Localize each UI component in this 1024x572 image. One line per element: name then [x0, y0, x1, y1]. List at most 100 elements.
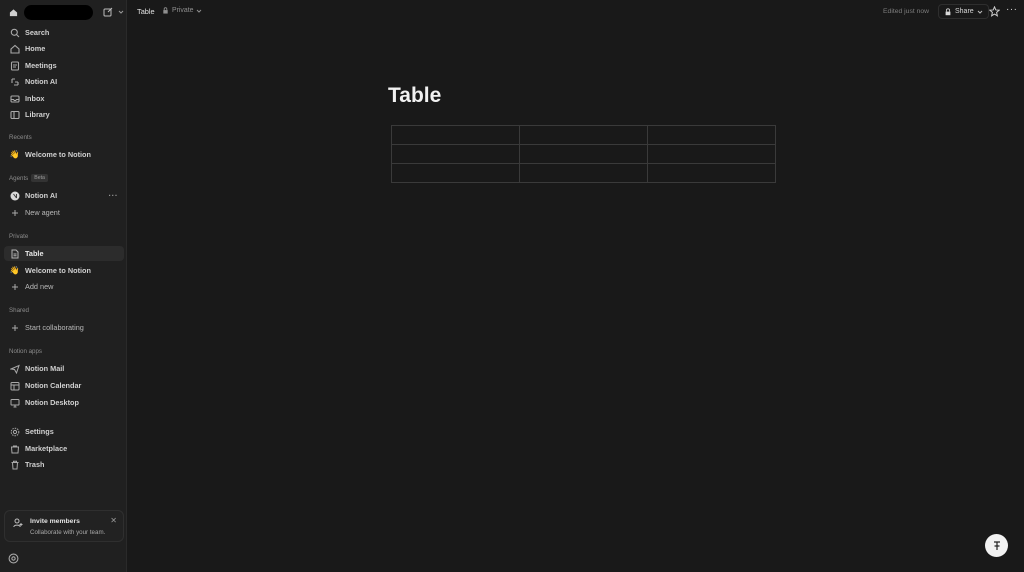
- table-cell[interactable]: [647, 163, 776, 183]
- desktop-icon: [9, 397, 20, 408]
- chevron-down-icon[interactable]: [117, 7, 125, 17]
- sidebar-item-marketplace[interactable]: Marketplace: [4, 441, 124, 456]
- more-options-icon[interactable]: ···: [1006, 4, 1018, 15]
- new-page-icon[interactable]: [101, 5, 115, 19]
- sidebar-item-label: New agent: [25, 208, 60, 217]
- table-row: [391, 163, 776, 183]
- waving-hand-icon: 👋: [9, 265, 20, 275]
- invite-title: Invite members: [30, 518, 80, 525]
- table-cell[interactable]: [519, 144, 648, 164]
- sidebar-item-library[interactable]: Library: [4, 107, 124, 122]
- table-cell[interactable]: [391, 144, 520, 164]
- sidebar-item-label: Notion AI: [25, 77, 58, 86]
- table-row: [391, 144, 776, 164]
- page-title[interactable]: Table: [388, 84, 441, 108]
- share-button[interactable]: Share: [938, 4, 989, 19]
- sidebar-item-agent-notion-ai[interactable]: Notion AI ···: [4, 188, 124, 203]
- favorite-star-icon[interactable]: [988, 5, 1001, 17]
- sidebar-item-start-collaborating[interactable]: Start collaborating: [4, 320, 124, 335]
- invite-members-card[interactable]: Invite members Collaborate with your tea…: [4, 510, 124, 542]
- gear-icon: [9, 426, 20, 437]
- sidebar-item-label: Table: [25, 249, 44, 258]
- sidebar-item-notion-calendar[interactable]: Notion Calendar: [4, 378, 124, 393]
- sidebar-item-label: Notion Calendar: [25, 381, 82, 390]
- sidebar-item-table[interactable]: Table: [4, 246, 124, 261]
- section-title: Notion apps: [9, 348, 43, 355]
- close-icon[interactable]: ✕: [110, 516, 117, 525]
- sidebar-item-label: Settings: [25, 427, 54, 436]
- more-options-icon[interactable]: ···: [109, 188, 119, 203]
- table-cell[interactable]: [519, 163, 648, 183]
- section-title: Recents: [9, 134, 32, 141]
- sidebar-item-label: Welcome to Notion: [25, 266, 91, 275]
- sidebar-item-notion-mail[interactable]: Notion Mail: [4, 361, 124, 376]
- plus-icon: [9, 322, 20, 333]
- table-cell[interactable]: [391, 163, 520, 183]
- sidebar-item-label: Inbox: [25, 94, 45, 103]
- notion-ai-avatar-icon: [9, 190, 20, 201]
- meetings-icon: [9, 60, 20, 71]
- plus-icon: [9, 207, 20, 218]
- notion-ai-icon: [9, 76, 20, 87]
- section-notion-apps: Notion apps: [9, 348, 42, 355]
- table-cell[interactable]: [519, 125, 648, 145]
- library-icon: [9, 109, 20, 120]
- table-cell[interactable]: [391, 125, 520, 145]
- sidebar-item-new-agent[interactable]: New agent: [4, 205, 124, 220]
- sidebar-item-search[interactable]: Search: [4, 25, 124, 40]
- sidebar-item-label: Notion AI: [25, 191, 58, 200]
- sidebar-item-label: Home: [25, 44, 46, 53]
- sidebar-item-notion-ai[interactable]: Notion AI: [4, 74, 124, 89]
- sidebar-item-label: Add new: [25, 282, 54, 291]
- privacy-selector[interactable]: Private: [162, 7, 202, 14]
- plus-icon: [9, 281, 20, 292]
- section-recents: Recents: [9, 134, 32, 141]
- topbar: Table Private Edited just now Share ···: [128, 0, 1024, 24]
- chevron-down-icon: [977, 10, 983, 14]
- section-shared: Shared: [9, 307, 29, 314]
- table-cell[interactable]: [647, 144, 776, 164]
- workspace-name-redacted: [24, 5, 93, 20]
- table-cell[interactable]: [647, 125, 776, 145]
- sidebar-item-inbox[interactable]: Inbox: [4, 91, 124, 106]
- section-title: Private: [9, 233, 29, 240]
- chevron-down-icon: [197, 9, 202, 13]
- mail-icon: [9, 363, 20, 374]
- section-private: Private: [9, 233, 28, 240]
- section-title: Agents: [9, 174, 29, 182]
- sidebar-item-label: Marketplace: [25, 444, 68, 453]
- waving-hand-icon: 👋: [9, 149, 20, 159]
- inbox-icon: [9, 93, 20, 104]
- sidebar-item-notion-desktop[interactable]: Notion Desktop: [4, 395, 124, 410]
- calendar-icon: [9, 380, 20, 391]
- sidebar-item-label: Library: [25, 110, 50, 119]
- table-row: [391, 125, 776, 145]
- workspace-home-icon: [6, 6, 20, 20]
- sidebar-item-settings[interactable]: Settings: [4, 424, 124, 439]
- trash-icon: [9, 459, 20, 470]
- sidebar-item-welcome-recent[interactable]: 👋 Welcome to Notion: [4, 147, 124, 162]
- sidebar-item-label: Welcome to Notion: [25, 150, 91, 159]
- section-title: Shared: [9, 307, 29, 314]
- sidebar-item-label: Meetings: [25, 61, 57, 70]
- simple-table[interactable]: [391, 125, 776, 183]
- sidebar-item-add-new[interactable]: Add new: [4, 279, 124, 294]
- sidebar-item-label: Notion Mail: [25, 364, 65, 373]
- lock-icon: [945, 7, 951, 15]
- share-label: Share: [955, 8, 974, 15]
- breadcrumb[interactable]: Table: [137, 7, 155, 16]
- notion-ai-face-icon: [993, 540, 1000, 550]
- sidebar-item-meetings[interactable]: Meetings: [4, 58, 124, 73]
- sidebar-item-welcome-private[interactable]: 👋 Welcome to Notion: [4, 263, 124, 278]
- sidebar-item-home[interactable]: Home: [4, 41, 124, 56]
- sidebar-item-trash[interactable]: Trash: [4, 457, 124, 472]
- add-person-icon: [13, 518, 23, 528]
- edited-status: Edited just now: [883, 8, 930, 15]
- lock-icon: [163, 7, 168, 14]
- workspace-switcher[interactable]: [6, 4, 124, 21]
- invite-subtitle: Collaborate with your team.: [30, 529, 106, 536]
- beta-badge: Beta: [31, 174, 48, 182]
- notion-ai-assistant-button[interactable]: [985, 534, 1008, 557]
- feedback-icon[interactable]: [8, 553, 19, 564]
- search-icon: [9, 27, 20, 38]
